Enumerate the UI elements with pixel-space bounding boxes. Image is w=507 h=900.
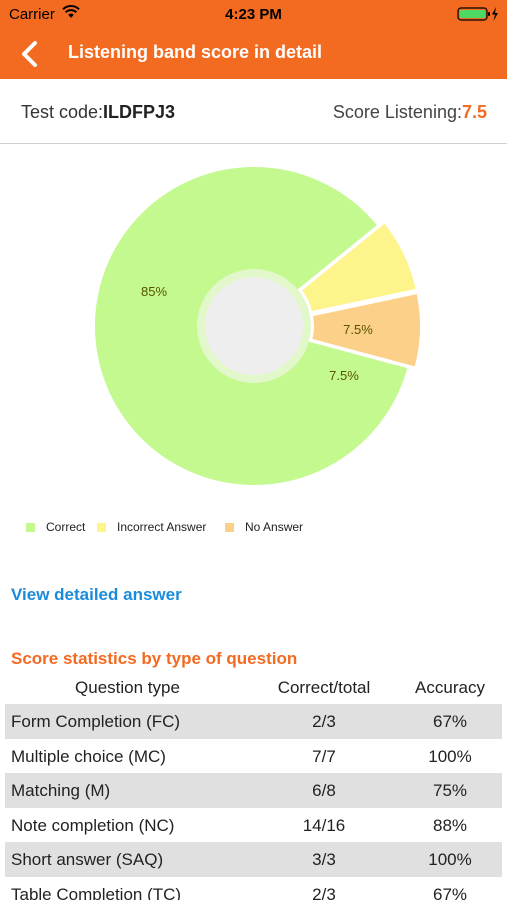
- chevron-left-icon: [22, 41, 37, 67]
- legend-swatch: [26, 523, 35, 532]
- cell-question-type: Short answer (SAQ): [11, 850, 164, 869]
- status-bar: Carrier 4:23 PM: [0, 0, 507, 28]
- score-value: 7.5: [461, 102, 487, 122]
- test-info-bar: Test code:ILDFPJ3 Score Listening:7.5: [0, 79, 507, 144]
- stats-table: Question type Correct/total Accuracy For…: [5, 670, 502, 900]
- pie-slice-label: 85%: [141, 284, 167, 299]
- table-row: Matching (M) 6/8 75%: [5, 773, 502, 808]
- test-code-label: Test code:: [21, 102, 104, 122]
- test-code-value: ILDFPJ3: [103, 102, 176, 122]
- legend-label: Incorrect Answer: [117, 520, 207, 534]
- view-detailed-answer-link[interactable]: View detailed answer: [11, 585, 182, 605]
- cell-question-type: Matching (M): [11, 781, 111, 800]
- clock-time: 4:23 PM: [225, 6, 282, 23]
- cell-correct-total: 7/7: [312, 746, 336, 766]
- page-title: Listening band score in detail: [68, 42, 323, 62]
- battery-icon: [457, 6, 499, 27]
- cell-accuracy: 67%: [432, 712, 468, 731]
- header-correct-total: Correct/total: [277, 678, 371, 697]
- legend-swatch: [225, 523, 234, 532]
- cell-question-type: Note completion (NC): [11, 815, 175, 835]
- header-accuracy: Accuracy: [415, 678, 485, 697]
- cell-correct-total: 3/3: [312, 850, 336, 869]
- legend-label: No Answer: [245, 520, 304, 534]
- cell-accuracy: 100%: [428, 746, 472, 766]
- pie-chart-svg: 85% 7.5% 7.5%: [93, 165, 422, 487]
- cell-correct-total: 14/16: [302, 815, 346, 835]
- score-label: Score Listening:: [332, 102, 462, 122]
- cell-question-type: Table Completion (TC): [11, 884, 182, 900]
- cell-accuracy: 67%: [432, 884, 468, 900]
- table-row: Note completion (NC) 14/16 88%: [5, 808, 502, 843]
- legend-label: Correct: [46, 520, 86, 534]
- table-row: Short answer (SAQ) 3/3 100%: [5, 842, 502, 877]
- legend-swatch: [97, 523, 106, 532]
- table-row: Table Completion (TC) 2/3 67%: [5, 877, 502, 900]
- cell-accuracy: 100%: [428, 850, 472, 869]
- back-button[interactable]: [16, 39, 46, 69]
- cell-correct-total: 2/3: [312, 712, 336, 731]
- table-row: Multiple choice (MC) 7/7 100%: [5, 739, 502, 774]
- table-header-row: Question type Correct/total Accuracy: [5, 670, 502, 704]
- cell-accuracy: 75%: [432, 781, 468, 800]
- score-pie-chart: 85% 7.5% 7.5%: [0, 150, 507, 500]
- cell-correct-total: 6/8: [312, 781, 336, 800]
- cell-accuracy: 88%: [432, 815, 468, 835]
- nav-bar: Listening band score in detail: [0, 28, 507, 79]
- header-question-type: Question type: [75, 678, 180, 697]
- pie-slice-label: 7.5%: [329, 368, 359, 383]
- test-code: Test code:ILDFPJ3: [21, 102, 175, 123]
- cell-question-type: Form Completion (FC): [11, 712, 181, 731]
- listening-score: Score Listening:7.5: [333, 102, 487, 123]
- cell-correct-total: 2/3: [312, 884, 336, 900]
- table-row: Form Completion (FC) 2/3 67%: [5, 704, 502, 739]
- stats-section-title: Score statistics by type of question: [11, 649, 298, 668]
- cell-question-type: Multiple choice (MC): [11, 746, 166, 766]
- pie-slice-label: 7.5%: [343, 322, 373, 337]
- pie-center-hole: [205, 277, 303, 375]
